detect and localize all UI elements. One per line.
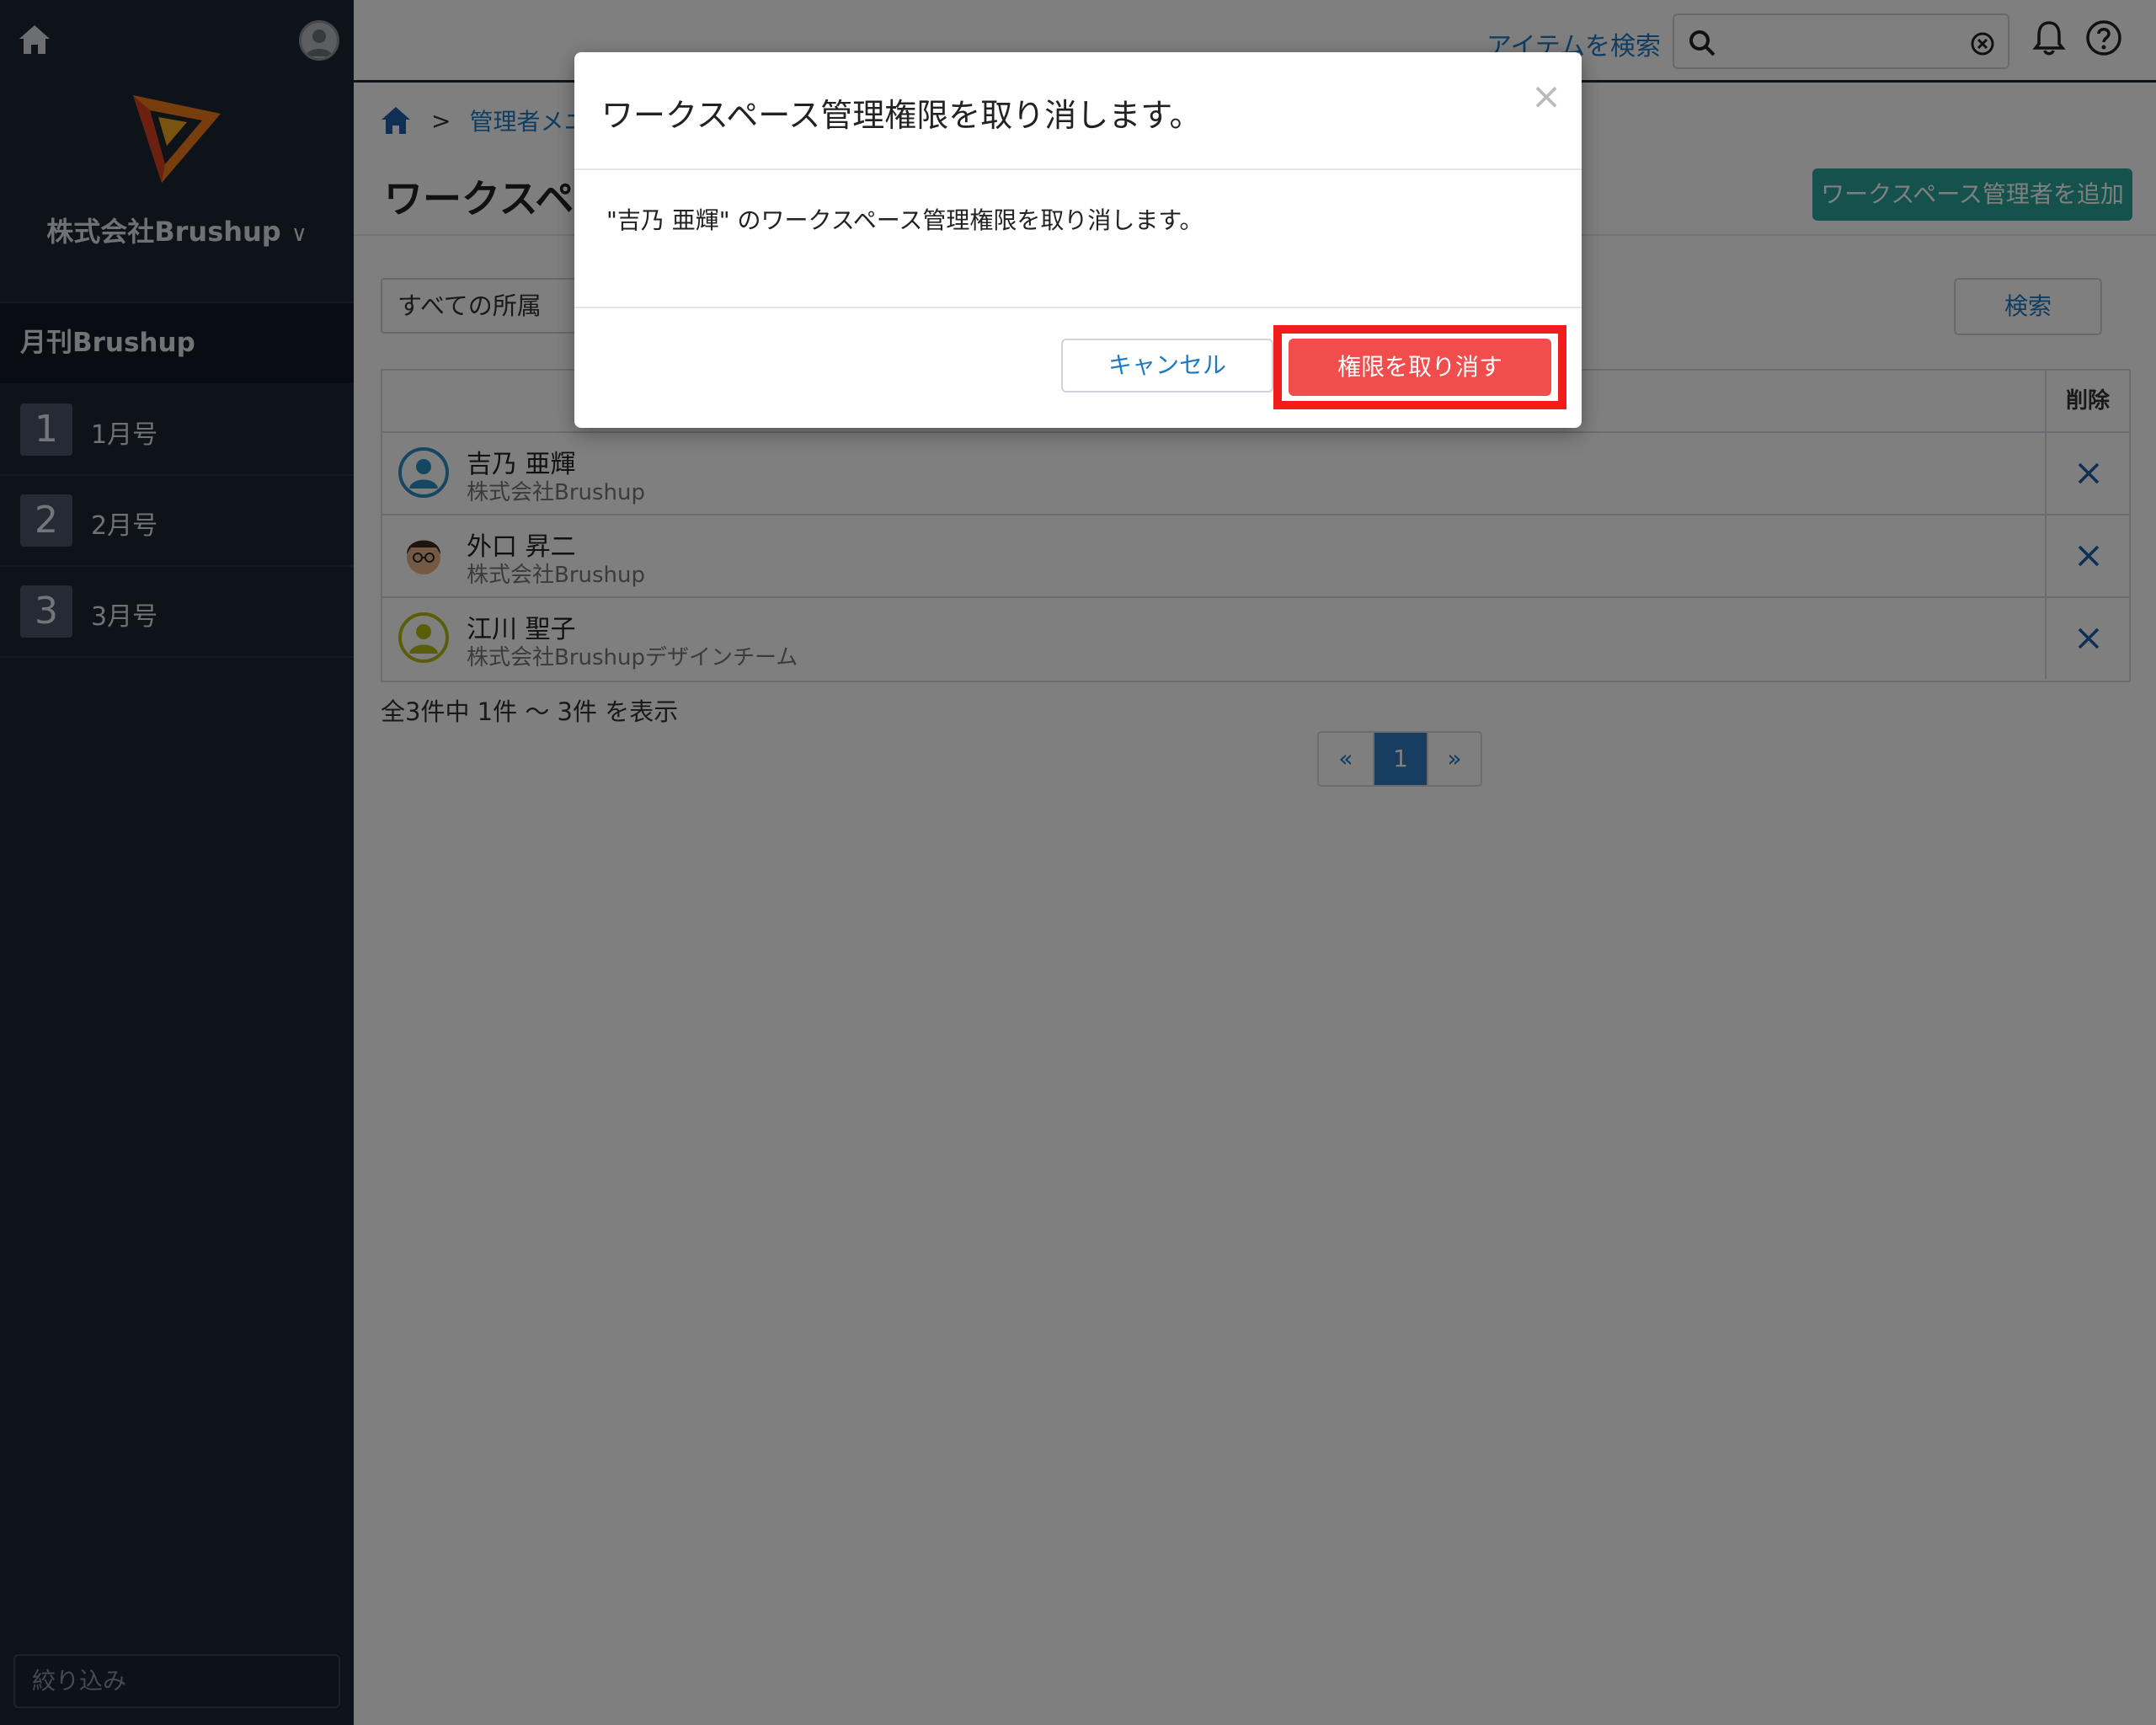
- revoke-permission-button[interactable]: 権限を取り消す: [1289, 339, 1551, 396]
- dialog-message: "吉乃 亜輝" のワークスペース管理権限を取り消します。: [606, 206, 1203, 234]
- dialog-title: ワークスペース管理権限を取り消します。: [601, 97, 1202, 134]
- close-icon[interactable]: ×: [1529, 76, 1563, 118]
- dialog-divider: [574, 307, 1582, 308]
- revoke-permission-dialog: ワークスペース管理権限を取り消します。 × "吉乃 亜輝" のワークスペース管理…: [574, 52, 1582, 428]
- dialog-divider: [574, 168, 1582, 170]
- cancel-button[interactable]: キャンセル: [1061, 339, 1273, 393]
